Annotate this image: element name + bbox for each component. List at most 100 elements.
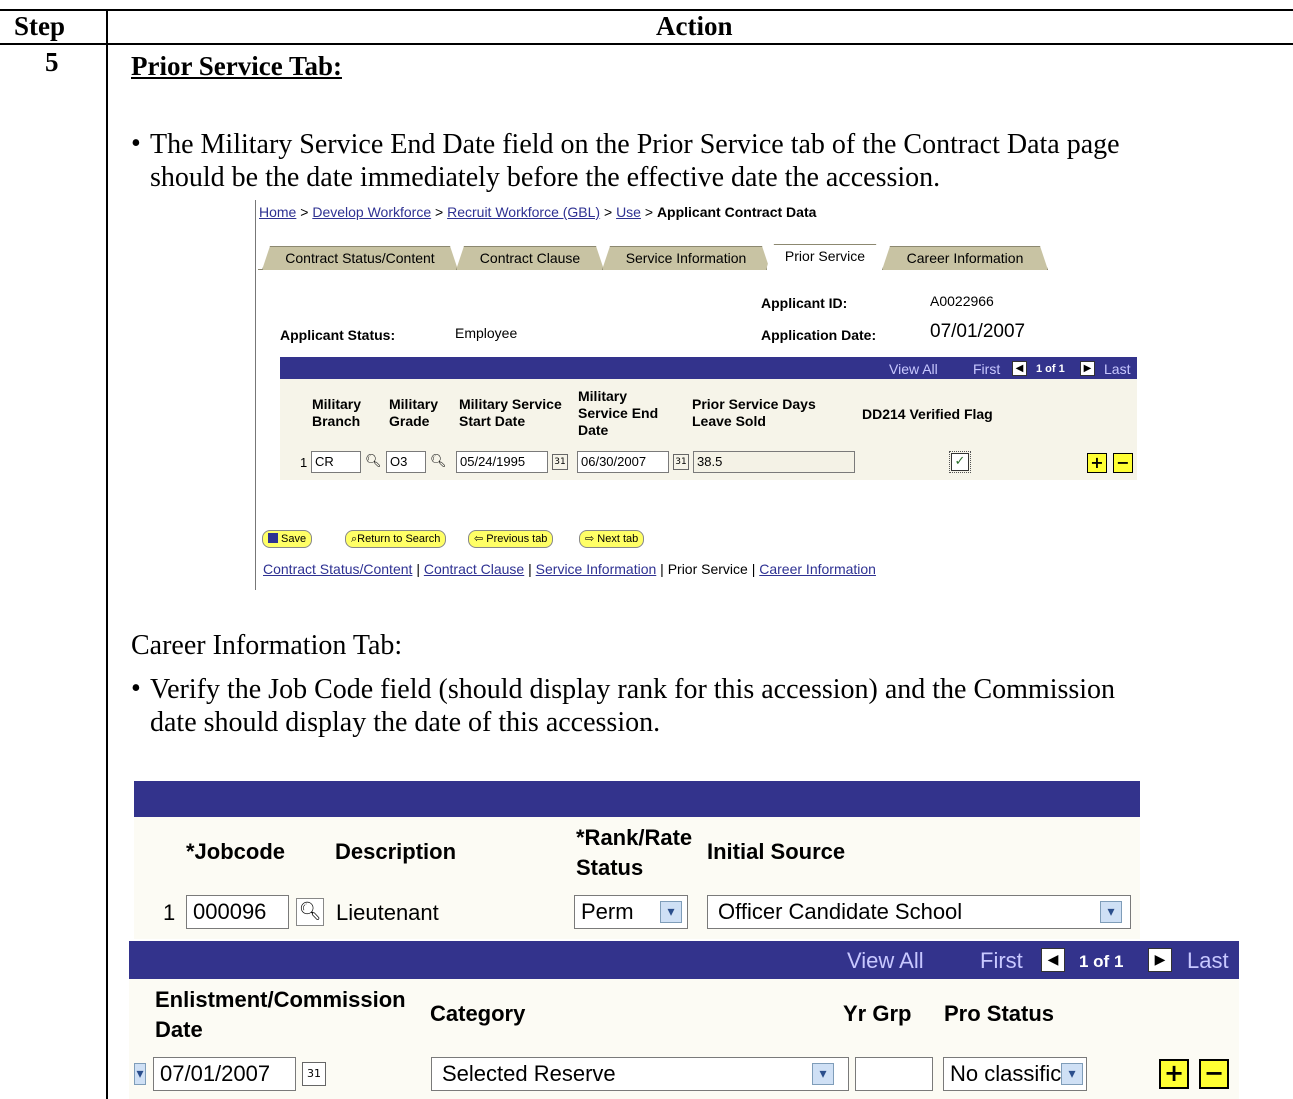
footer-current-prior-service: Prior Service — [667, 561, 748, 577]
arrow-right-icon: ⇨ — [585, 533, 598, 545]
first-link[interactable]: First — [980, 948, 1023, 974]
grid-header-bar — [280, 357, 1137, 379]
add-row-button[interactable]: + — [1159, 1059, 1189, 1089]
tab-contract-status[interactable]: Contract Status/Content — [262, 246, 458, 270]
previous-tab-button[interactable]: ⇦ Previous tab — [468, 530, 554, 548]
breadcrumb: Home > Develop Workforce > Recruit Workf… — [259, 204, 816, 220]
application-date-label: Application Date: — [761, 327, 877, 343]
delete-row-button[interactable]: − — [1199, 1059, 1229, 1089]
breadcrumb-sep: > — [435, 204, 444, 220]
col-category: Category — [430, 1001, 526, 1026]
col-yr-grp: Yr Grp — [843, 1001, 912, 1026]
leave-sold-input[interactable]: 38.5 — [693, 451, 855, 473]
tab-service-information[interactable]: Service Information — [602, 246, 770, 270]
col-rank-status: Status — [576, 855, 644, 880]
footer-link-contract-status[interactable]: Contract Status/Content — [263, 561, 412, 577]
footer-tab-links: Contract Status/Content | Contract Claus… — [263, 561, 876, 577]
section-heading-prior-service: Prior Service Tab: — [131, 51, 342, 81]
search-icon[interactable]: 🔍︎ — [430, 454, 447, 470]
chevron-down-icon[interactable]: ▾ — [1100, 901, 1122, 923]
applicant-status-label: Applicant Status: — [280, 327, 396, 343]
tab-prior-service[interactable]: Prior Service — [766, 244, 884, 270]
yr-grp-input[interactable] — [855, 1057, 933, 1091]
commission-date-input[interactable]: 07/01/2007 — [153, 1057, 296, 1091]
chevron-down-icon[interactable]: ▾ — [134, 1063, 146, 1085]
breadcrumb-develop-workforce[interactable]: Develop Workforce — [312, 204, 431, 220]
tab-contract-clause[interactable]: Contract Clause — [456, 246, 604, 270]
save-icon — [268, 533, 278, 543]
description-value: Lieutenant — [336, 900, 439, 925]
col-commission-date: Enlistment/Commission — [155, 987, 406, 1012]
service-end-date-input[interactable]: 06/30/2007 — [577, 451, 669, 473]
calendar-icon[interactable]: 31 — [302, 1062, 326, 1086]
col-military-branch: Military Branch — [312, 396, 362, 429]
bullet-text-2b: date should display the date of this acc… — [150, 707, 661, 738]
col-military-grade: Military Grade — [389, 396, 439, 429]
calendar-icon[interactable]: 31 — [673, 454, 689, 470]
military-branch-input[interactable]: CR — [311, 451, 361, 473]
next-label: Next tab — [597, 533, 639, 545]
prev-arrow-icon[interactable]: ◀ — [1041, 948, 1065, 972]
next-arrow-icon[interactable]: ▶ — [1080, 361, 1095, 376]
breadcrumb-sep: > — [300, 204, 309, 220]
first-link[interactable]: First — [973, 361, 1000, 377]
applicant-status-value: Employee — [455, 325, 518, 341]
bullet-text-2a: Verify the Job Code field (should displa… — [150, 674, 1116, 705]
arrow-left-icon: ⇦ — [474, 533, 487, 545]
chevron-down-icon[interactable]: ▾ — [812, 1063, 834, 1085]
breadcrumb-home[interactable]: Home — [259, 204, 296, 220]
return-to-search-button[interactable]: ⌕Return to Search — [345, 530, 447, 548]
initial-source-select[interactable]: Officer Candidate School — [707, 895, 1131, 929]
next-arrow-icon[interactable]: ▶ — [1148, 948, 1172, 972]
service-start-date-input[interactable]: 05/24/1995 — [456, 451, 548, 473]
footer-sep: | — [416, 561, 420, 577]
col-dd214-flag: DD214 Verified Flag — [862, 406, 993, 422]
return-label: Return to Search — [357, 533, 441, 545]
next-tab-button[interactable]: ⇨ Next tab — [579, 530, 645, 548]
view-all-link[interactable]: View All — [889, 361, 938, 377]
category-select[interactable]: Selected Reserve — [431, 1057, 849, 1091]
application-date-value: 07/01/2007 — [930, 321, 1026, 342]
header-action: Action — [656, 11, 733, 41]
footer-link-career-information[interactable]: Career Information — [759, 561, 876, 577]
breadcrumb-recruit-workforce[interactable]: Recruit Workforce (GBL) — [447, 204, 600, 220]
applicant-id-label: Applicant ID: — [761, 295, 848, 311]
tab-career-information[interactable]: Career Information — [882, 246, 1048, 270]
col-commission-date-2: Date — [155, 1017, 203, 1042]
delete-row-button[interactable]: − — [1113, 453, 1133, 473]
bullet: • — [131, 673, 141, 704]
checkbox-checked-icon[interactable]: ✓ — [949, 451, 971, 473]
last-link[interactable]: Last — [1187, 948, 1229, 974]
last-link[interactable]: Last — [1104, 361, 1130, 377]
table-border-top — [0, 9, 1293, 11]
save-label: Save — [281, 533, 307, 545]
military-grade-input[interactable]: O3 — [386, 451, 426, 473]
col-initial-source: Initial Source — [707, 839, 846, 864]
section-heading-career-information: Career Information Tab: — [131, 630, 403, 661]
footer-link-contract-clause[interactable]: Contract Clause — [424, 561, 524, 577]
jobcode-input[interactable]: 000096 — [186, 895, 289, 929]
step-number: 5 — [45, 47, 59, 77]
row-number: 1 — [300, 455, 308, 470]
footer-sep: | — [751, 561, 756, 577]
prev-arrow-icon[interactable]: ◀ — [1012, 361, 1027, 376]
search-icon[interactable]: 🔍︎ — [365, 454, 382, 470]
chevron-down-icon[interactable]: ▾ — [660, 901, 682, 923]
add-row-button[interactable]: + — [1087, 453, 1107, 473]
breadcrumb-use[interactable]: Use — [616, 204, 641, 220]
chevron-down-icon[interactable]: ▾ — [1061, 1063, 1083, 1085]
col-service-end: Military Service End Date — [578, 388, 659, 438]
col-pro-status: Pro Status — [944, 1001, 1055, 1026]
footer-sep: | — [660, 561, 664, 577]
save-button[interactable]: Save — [262, 530, 313, 548]
col-jobcode: *Jobcode — [186, 839, 286, 864]
search-icon[interactable]: 🔍︎ — [296, 898, 324, 926]
calendar-icon[interactable]: 31 — [552, 454, 568, 470]
col-leave-sold: Prior Service Days Leave Sold — [692, 396, 816, 429]
breadcrumb-sep: > — [644, 204, 654, 220]
bullet-text-1b: should be the date immediately before th… — [150, 162, 941, 193]
applicant-id-value: A0022966 — [930, 293, 994, 309]
footer-link-service-information[interactable]: Service Information — [536, 561, 657, 577]
view-all-link[interactable]: View All — [847, 948, 924, 974]
row-counter: 1 of 1 — [1036, 363, 1065, 375]
